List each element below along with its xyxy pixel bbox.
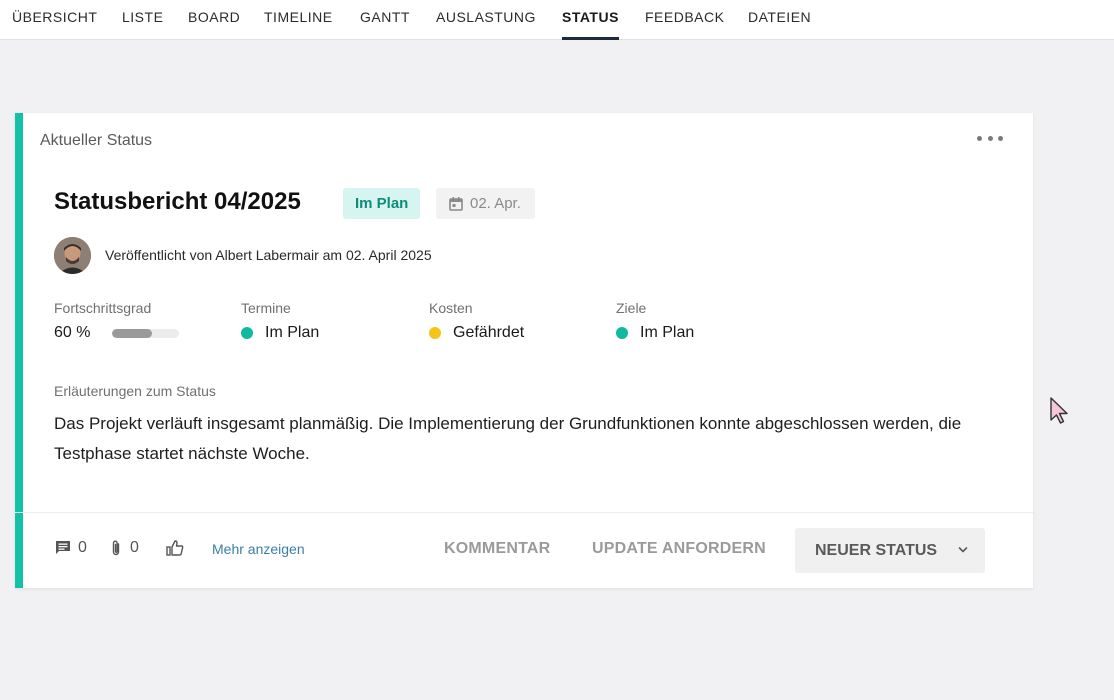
kosten-value-text: Gefährdet	[453, 324, 525, 341]
report-title: Statusbericht 04/2025	[54, 188, 301, 215]
status-badge: Im Plan	[343, 188, 421, 219]
top-navigation: ÜBERSICHT LISTE BOARD TIMELINE GANTT AUS…	[0, 0, 1114, 40]
tab-status[interactable]: STATUS	[562, 0, 619, 40]
comment-icon	[56, 541, 70, 554]
tab-feedback[interactable]: FEEDBACK	[645, 0, 724, 40]
calendar-icon	[449, 196, 463, 211]
termine-value-text: Im Plan	[265, 324, 320, 341]
date-badge-label: 02. Apr.	[470, 195, 521, 212]
comment-button[interactable]: KOMMENTAR	[444, 540, 550, 558]
date-badge: 02. Apr.	[436, 188, 535, 219]
published-info: Veröffentlicht von Albert Labermair am 0…	[105, 247, 432, 263]
progress-label: Fortschrittsgrad	[54, 300, 152, 316]
avatar-image	[54, 237, 91, 274]
attachments-counter[interactable]: 0	[108, 539, 139, 557]
comments-counter[interactable]: 0	[54, 539, 87, 557]
status-card: Aktueller Status Statusbericht 04/2025 I…	[15, 113, 1033, 588]
avatar	[54, 237, 91, 274]
ziele-value: Im Plan	[616, 324, 694, 342]
tab-board[interactable]: BOARD	[188, 0, 240, 40]
paperclip-icon	[112, 540, 120, 556]
ziele-label: Ziele	[616, 300, 647, 316]
like-button[interactable]	[165, 539, 185, 557]
new-status-button-label: NEUER STATUS	[815, 541, 938, 559]
tab-dateien[interactable]: DATEIEN	[748, 0, 811, 40]
explanation-text: Das Projekt verläuft insgesamt planmäßig…	[54, 414, 962, 463]
new-status-button[interactable]: NEUER STATUS	[795, 528, 985, 573]
kosten-label: Kosten	[429, 300, 473, 316]
thumbs-up-icon	[166, 540, 184, 556]
tab-timeline[interactable]: TIMELINE	[264, 0, 333, 40]
progress-value: 60 %	[54, 324, 91, 341]
more-options-icon[interactable]	[977, 131, 1003, 145]
termine-value: Im Plan	[241, 324, 319, 342]
kosten-value: Gefährdet	[429, 324, 524, 342]
chevron-down-icon[interactable]	[957, 544, 969, 556]
mouse-cursor-icon	[1050, 397, 1068, 424]
comments-count: 0	[78, 539, 87, 556]
termine-status-dot	[241, 327, 253, 339]
tab-gantt[interactable]: GANTT	[360, 0, 410, 40]
tab-liste[interactable]: LISTE	[122, 0, 163, 40]
ziele-status-dot	[616, 327, 628, 339]
attachments-count: 0	[130, 539, 139, 556]
kosten-status-dot	[429, 327, 441, 339]
termine-label: Termine	[241, 300, 291, 316]
footer-divider	[15, 512, 1033, 513]
tab-auslastung[interactable]: AUSLASTUNG	[436, 0, 536, 40]
explanation-label: Erläuterungen zum Status	[54, 383, 216, 399]
card-header: Aktueller Status	[40, 132, 153, 149]
show-more-link[interactable]: Mehr anzeigen	[212, 541, 305, 557]
ziele-value-text: Im Plan	[640, 324, 695, 341]
progress-bar	[112, 329, 179, 338]
request-update-button[interactable]: UPDATE ANFORDERN	[592, 540, 766, 558]
tab-uebersicht[interactable]: ÜBERSICHT	[12, 0, 97, 40]
progress-bar-fill	[112, 329, 153, 338]
